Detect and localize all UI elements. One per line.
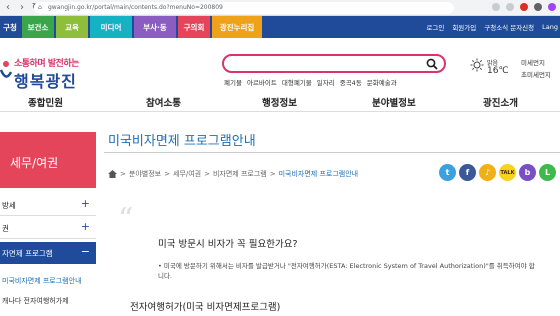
sidebar-item-local-tax[interactable]: 방세 +	[0, 194, 96, 216]
kakaostory-icon[interactable]: ♪	[479, 164, 496, 181]
share-buttons: t f ♪ TALK b L	[439, 164, 556, 181]
fine-dust-label: 미세먼지	[521, 59, 545, 67]
section-subheading: 전자여행허가(미국 비자면제프로그램)	[130, 302, 281, 313]
twitter-icon[interactable]: t	[439, 164, 456, 181]
tab-health-center[interactable]: 보건소	[22, 16, 54, 38]
tab-departments[interactable]: 부사·동	[134, 16, 176, 38]
profile-avatar-icon[interactable]	[548, 3, 556, 11]
keyword-link[interactable]: 일자리	[317, 77, 335, 87]
sidebar-header: 세무/여권	[0, 132, 96, 188]
browser-toolbar: ‹ › ↻ ⌂ gwangjin.go.kr/portal/main/conte…	[0, 0, 560, 16]
breadcrumb-item[interactable]: 분야별정보	[129, 169, 161, 179]
line-icon[interactable]: L	[539, 164, 556, 181]
tab-district-office[interactable]: 구청	[0, 16, 20, 38]
breadcrumb-item[interactable]: 비자면제 프로그램	[213, 169, 267, 179]
forward-icon[interactable]: ›	[16, 2, 28, 14]
logo-name: 행복광진	[14, 72, 77, 91]
share-page-icon[interactable]	[492, 3, 500, 11]
expand-icon[interactable]: +	[81, 220, 90, 233]
keyword-link[interactable]: 문화예술과	[367, 77, 397, 87]
breadcrumb: > 분야별정보 > 세무/여권 > 비자면제 프로그램 > 미국비자면제 프로그…	[108, 169, 358, 179]
expand-icon[interactable]: +	[81, 197, 90, 210]
dust-info: 미세먼지 초미세먼지	[521, 57, 551, 81]
nav-about[interactable]: 광진소개	[483, 95, 518, 109]
search-input[interactable]	[222, 54, 446, 73]
signup-link[interactable]: 회원가입	[452, 22, 476, 32]
quote-mark-icon: “	[118, 202, 134, 237]
top-links: 로그인 회원가입 구청소식 문자신청 Lang	[426, 16, 558, 38]
sms-subscribe-link[interactable]: 구청소식 문자신청	[484, 22, 534, 32]
weather-widget: 맑음 16℃	[470, 55, 510, 85]
facebook-icon[interactable]: f	[459, 164, 476, 181]
band-icon[interactable]: b	[519, 164, 536, 181]
search-icon[interactable]	[426, 58, 438, 70]
logo-mark-icon	[0, 61, 12, 78]
ultrafine-dust-label: 초미세먼지	[521, 71, 551, 79]
breadcrumb-separator: >	[204, 170, 210, 178]
lock-icon: ⌂	[38, 4, 42, 11]
nav-participation[interactable]: 참여소통	[146, 95, 181, 109]
sun-icon	[470, 58, 484, 72]
section-heading: 미국 방문시 비자가 꼭 필요한가요?	[158, 239, 298, 250]
page-title: 미국비자면제 프로그램안내	[108, 134, 256, 149]
sidebar-item-label: 방세	[2, 201, 16, 210]
sidebar-item-label: 권	[2, 224, 9, 233]
keyword-link[interactable]: 폐기물	[224, 77, 242, 87]
breadcrumb-separator: >	[164, 170, 170, 178]
popular-keywords: 폐기물 아르바이트 대형폐기물 일자리 중곡4동 문화예술과	[224, 77, 397, 87]
extension-icon[interactable]	[520, 3, 528, 11]
breadcrumb-separator: >	[120, 170, 126, 178]
breadcrumb-item[interactable]: 세무/여권	[173, 169, 201, 179]
sidebar-subitem-canada-eta[interactable]: 캐나다 전자여행허가제	[2, 296, 69, 306]
nav-civil-service[interactable]: 종합민원	[28, 95, 63, 109]
breadcrumb-current: 미국비자면제 프로그램안내	[278, 170, 359, 178]
address-bar[interactable]: ⌂ gwangjin.go.kr/portal/main/contents.do…	[34, 2, 454, 14]
breadcrumb-separator: >	[269, 170, 276, 178]
tab-media[interactable]: 미디어	[90, 16, 132, 38]
collapse-icon[interactable]: −	[81, 245, 90, 258]
keyword-link[interactable]: 중곡4동	[340, 77, 362, 87]
keyword-link[interactable]: 아르바이트	[247, 77, 277, 87]
sidebar-title: 세무/여권	[10, 156, 59, 170]
nav-field-info[interactable]: 분야별정보	[372, 95, 416, 109]
nav-admin-info[interactable]: 행정정보	[262, 95, 297, 109]
tab-council[interactable]: 구의회	[178, 16, 210, 38]
bookmark-star-icon[interactable]	[506, 3, 514, 11]
extensions-puzzle-icon[interactable]	[534, 3, 542, 11]
sidebar: 세무/여권 방세 + 권 + 자면제 프로그램 − 미국비자면제 프로그램안내 …	[0, 132, 96, 316]
url-text: gwangjin.go.kr/portal/main/contents.do?m…	[48, 4, 223, 11]
home-icon[interactable]	[108, 170, 117, 178]
main-navigation: 종합민원 참여소통 행정정보 분야별정보 광진소개	[0, 92, 560, 112]
sidebar-item-label: 자면제 프로그램	[2, 249, 53, 258]
sidebar-item-passport[interactable]: 권 +	[0, 217, 96, 239]
title-divider	[104, 152, 560, 153]
tab-education[interactable]: 교육	[56, 16, 88, 38]
sidebar-subitem-us-visa[interactable]: 미국비자면제 프로그램안내	[2, 276, 82, 286]
site-logo[interactable]: 소통하며 발전하는 행복광진	[0, 48, 120, 91]
language-link[interactable]: Lang	[542, 23, 558, 31]
tab-gwangjin-nuri[interactable]: 광진누리집	[212, 16, 262, 38]
keyword-link[interactable]: 대형폐기물	[282, 77, 312, 87]
weather-temperature: 16℃	[487, 66, 509, 76]
login-link[interactable]: 로그인	[426, 22, 444, 32]
kakaotalk-icon[interactable]: TALK	[499, 164, 516, 181]
section-body: • 미국에 방문하기 위해서는 비자를 발급받거나 "전자여행허가(ESTA: …	[158, 262, 535, 280]
browser-extensions	[492, 3, 556, 11]
sidebar-item-visa-waiver[interactable]: 자면제 프로그램 −	[0, 242, 96, 264]
main-content: 미국비자면제 프로그램안내 > 분야별정보 > 세무/여권 > 비자면제 프로그…	[104, 126, 560, 316]
back-icon[interactable]: ‹	[2, 2, 14, 14]
